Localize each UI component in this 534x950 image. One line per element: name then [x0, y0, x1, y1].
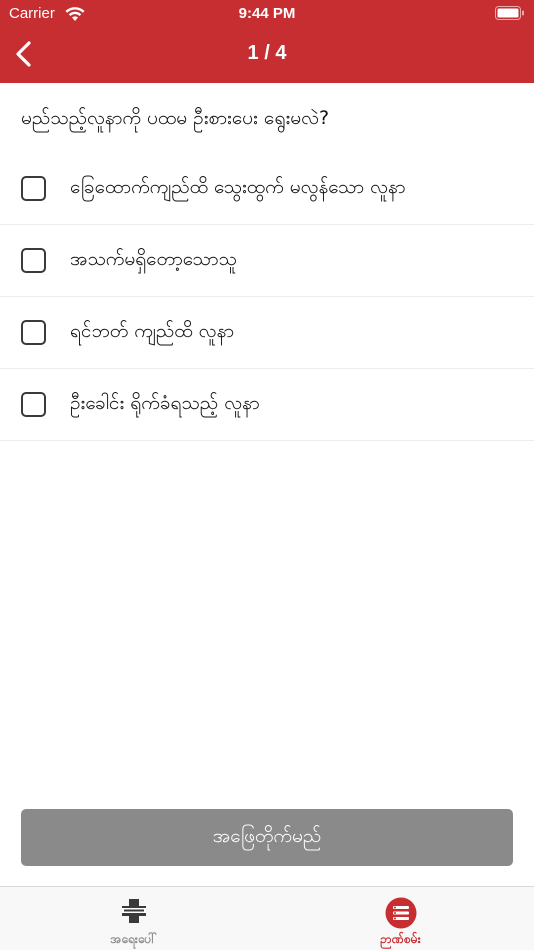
option-label: အသက်မရှိတော့သောသူ	[70, 247, 237, 270]
checkbox[interactable]	[21, 320, 46, 345]
submit-answer-button[interactable]: အဖြေတိုက်မည်	[21, 809, 513, 866]
answer-options: ခြေထောက်ကျည်ထိ သွေးထွက် မလွန်သော လူနာ အသ…	[0, 153, 534, 441]
option-label: ခြေထောက်ကျည်ထိ သွေးထွက် မလွန်သော လူနာ	[70, 175, 406, 198]
navigation-bar: 1 / 4	[0, 28, 534, 83]
tab-label: ဉာဏ်စမ်း	[380, 932, 421, 946]
option-item[interactable]: ခြေထောက်ကျည်ထိ သွေးထွက် မလွန်သော လူနာ	[0, 153, 534, 225]
option-item[interactable]: အသက်မရှိတော့သောသူ	[0, 225, 534, 297]
question-text: မည်သည့်လူနာကို ပထမ ဦးစားပေး ရွေးမလဲ?	[21, 107, 330, 129]
battery-icon	[495, 6, 524, 20]
question-counter: 1 / 4	[247, 42, 287, 64]
option-item[interactable]: ဦးခေါင်း ရိုက်ခံရသည့် လူနာ	[0, 369, 534, 441]
option-label: ဦးခေါင်း ရိုက်ခံရသည့် လူနာ	[70, 391, 260, 414]
clock: 9:44 PM	[238, 5, 296, 22]
checkbox[interactable]	[21, 248, 46, 273]
header: Carrier 9:44 PM 1 / 4	[0, 0, 534, 83]
tab-bar: အရေးပေါ် ဉာဏ်စမ်း	[0, 886, 534, 950]
tab-quiz[interactable]: ဉာဏ်စမ်း	[267, 887, 534, 950]
quiz-icon	[385, 897, 416, 929]
tab-emergency[interactable]: အရေးပေါ်	[0, 887, 267, 950]
checkbox[interactable]	[21, 176, 46, 201]
option-item[interactable]: ရင်ဘတ် ကျည်ထိ လူနာ	[0, 297, 534, 369]
option-label: ရင်ဘတ် ကျည်ထိ လူနာ	[70, 319, 235, 342]
status-bar: Carrier 9:44 PM	[0, 0, 534, 28]
medical-cross-icon	[121, 899, 146, 923]
tab-label: အရေးပေါ်	[110, 932, 157, 946]
quiz-screen: Carrier 9:44 PM 1 / 4 မည်သည့်လူနာကို ပထမ…	[0, 0, 534, 950]
checkbox[interactable]	[21, 392, 46, 417]
